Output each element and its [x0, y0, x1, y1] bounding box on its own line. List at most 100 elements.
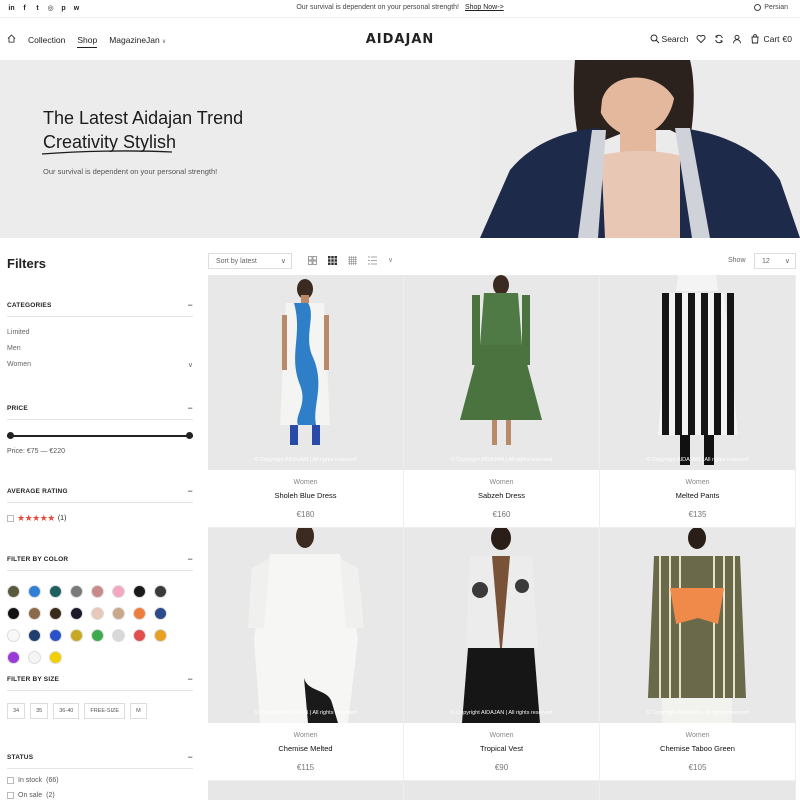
product-category[interactable]: Women: [208, 732, 403, 739]
status-checkbox[interactable]: [7, 792, 14, 799]
color-swatch[interactable]: [28, 651, 41, 664]
product-card[interactable]: © Copyright AIDAJAN | All rights reserve…: [404, 528, 600, 781]
category-men[interactable]: Men: [7, 345, 193, 352]
color-swatch[interactable]: [91, 585, 104, 598]
color-swatch[interactable]: [28, 585, 41, 598]
product-image[interactable]: © Copyright AIDAJAN | All rights reserve…: [600, 528, 795, 723]
product-image[interactable]: © Copyright AIDAJAN | All rights reserve…: [404, 275, 599, 470]
hero-text: Our survival is dependent on your person…: [43, 167, 218, 176]
product-image[interactable]: © Copyright AIDAJAN | All rights reserve…: [208, 528, 403, 723]
color-swatch[interactable]: [154, 629, 167, 642]
category-women[interactable]: Women ∨: [7, 361, 193, 369]
size-34[interactable]: 34: [7, 703, 26, 719]
product-image[interactable]: © Copyright AIDAJAN | All rights reserve…: [600, 275, 795, 470]
compare-icon[interactable]: [714, 34, 724, 44]
status-on-sale[interactable]: On sale (2): [7, 792, 193, 799]
product-image[interactable]: © Copyright AIDAJAN | All rights reserve…: [404, 528, 599, 723]
product-image[interactable]: [600, 781, 796, 800]
color-swatch[interactable]: [49, 607, 62, 620]
size-free-size[interactable]: FREE-SIZE: [84, 703, 126, 719]
product-image[interactable]: © Copyright AIDAJAN | All rights reserve…: [208, 275, 403, 470]
heart-icon[interactable]: [696, 34, 706, 44]
minus-icon: −: [187, 486, 193, 496]
product-card[interactable]: © Copyright AIDAJAN | All rights reserve…: [208, 275, 404, 528]
status-in-stock[interactable]: In stock (66): [7, 777, 193, 784]
product-name[interactable]: Chemise Melted: [208, 744, 403, 753]
color-swatch[interactable]: [91, 607, 104, 620]
color-swatch[interactable]: [70, 585, 83, 598]
price-slider[interactable]: [7, 432, 193, 440]
product-category[interactable]: Women: [404, 732, 599, 739]
color-swatch[interactable]: [49, 585, 62, 598]
language-selector[interactable]: Persian: [754, 4, 788, 11]
color-swatch[interactable]: [91, 629, 104, 642]
account-icon[interactable]: [732, 34, 742, 44]
chevron-down-icon[interactable]: ∨: [388, 256, 393, 265]
product-photo-sabzeh: [404, 275, 599, 470]
grid-2-icon[interactable]: [308, 256, 317, 265]
color-swatch[interactable]: [7, 607, 20, 620]
price-slider-max-handle[interactable]: [186, 432, 193, 439]
search-icon: [650, 34, 659, 44]
color-swatch[interactable]: [7, 629, 20, 642]
product-card[interactable]: © Copyright AIDAJAN | All rights reserve…: [404, 275, 600, 528]
product-name[interactable]: Tropical Vest: [404, 744, 599, 753]
cart-button[interactable]: Cart €0: [750, 34, 792, 44]
search-button[interactable]: Search: [650, 34, 688, 44]
color-swatch[interactable]: [28, 629, 41, 642]
product-card[interactable]: © Copyright AIDAJAN | All rights reserve…: [600, 528, 796, 781]
rating-header[interactable]: AVERAGE RATING −: [7, 486, 193, 503]
product-name[interactable]: Sabzeh Dress: [404, 491, 599, 500]
color-swatch[interactable]: [70, 629, 83, 642]
color-swatch[interactable]: [49, 629, 62, 642]
color-header[interactable]: FILTER BY COLOR −: [7, 555, 193, 571]
size-header[interactable]: FILTER BY SIZE −: [7, 675, 193, 691]
color-swatch[interactable]: [28, 607, 41, 620]
product-name[interactable]: Melted Pants: [600, 491, 795, 500]
product-image[interactable]: [208, 781, 404, 800]
list-view-icon[interactable]: [368, 256, 377, 265]
size-36-40[interactable]: 36-40: [53, 703, 80, 719]
status-checkbox[interactable]: [7, 777, 14, 784]
size-35[interactable]: 35: [30, 703, 49, 719]
grid-4-icon[interactable]: [348, 256, 357, 265]
product-category[interactable]: Women: [208, 479, 403, 486]
product-category[interactable]: Women: [404, 479, 599, 486]
categories-header[interactable]: CATEGORIES −: [7, 301, 193, 317]
color-swatch[interactable]: [7, 651, 20, 664]
status-header[interactable]: STATUS −: [7, 753, 193, 769]
color-swatch[interactable]: [70, 607, 83, 620]
color-swatch[interactable]: [133, 629, 146, 642]
color-swatch[interactable]: [133, 607, 146, 620]
category-limited[interactable]: Limited: [7, 329, 193, 336]
price-slider-min-handle[interactable]: [7, 432, 14, 439]
color-swatch[interactable]: [154, 585, 167, 598]
product-card[interactable]: © Copyright AIDAJAN | All rights reserve…: [600, 275, 796, 528]
product-image[interactable]: [404, 781, 600, 800]
color-swatch[interactable]: [112, 585, 125, 598]
product-name[interactable]: Chemise Taboo Green: [600, 744, 795, 753]
color-swatch[interactable]: [7, 585, 20, 598]
filters-sidebar: Filters CATEGORIES − Limited Men Women ∨ …: [7, 238, 193, 800]
chevron-down-icon[interactable]: ∨: [188, 361, 193, 369]
grid-3-icon[interactable]: [328, 256, 337, 265]
color-swatch[interactable]: [112, 629, 125, 642]
color-swatch[interactable]: [133, 585, 146, 598]
product-card[interactable]: © Copyright AIDAJAN | All rights reserve…: [208, 528, 404, 781]
product-category[interactable]: Women: [600, 479, 795, 486]
color-swatch[interactable]: [49, 651, 62, 664]
rating-checkbox[interactable]: [7, 515, 14, 522]
color-swatch[interactable]: [154, 607, 167, 620]
product-name[interactable]: Sholeh Blue Dress: [208, 491, 403, 500]
color-swatch[interactable]: [112, 607, 125, 620]
shop-toolbar: Sort by latest ∨ ∨ Show 12 ∨: [208, 253, 796, 271]
sort-dropdown[interactable]: Sort by latest ∨: [208, 253, 292, 269]
shop-now-link[interactable]: Shop Now->: [465, 4, 504, 11]
rating-option[interactable]: ★★★★★ (1): [7, 513, 193, 524]
product-category[interactable]: Women: [600, 732, 795, 739]
product-price: €105: [688, 763, 707, 772]
show-count-select[interactable]: 12 ∨: [754, 253, 796, 269]
size-m[interactable]: M: [130, 703, 147, 719]
size-heading: FILTER BY SIZE: [7, 676, 60, 683]
price-header[interactable]: PRICE −: [7, 404, 193, 420]
